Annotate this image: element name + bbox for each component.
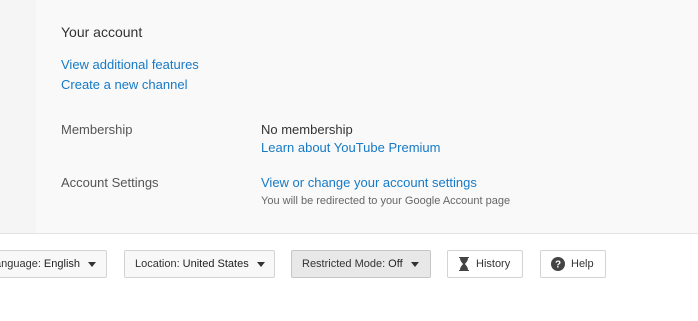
language-button[interactable]: anguage: English (0, 250, 107, 278)
chevron-down-icon (410, 261, 419, 267)
location-button[interactable]: Location: United States (124, 250, 275, 278)
section-title: Your account (61, 24, 143, 40)
membership-value: No membership (261, 122, 353, 137)
location-prefix: Location: (135, 258, 180, 270)
restricted-mode-value: Off (388, 258, 403, 270)
account-settings-label: Account Settings (61, 175, 159, 190)
history-button[interactable]: History (447, 250, 523, 278)
view-additional-features-link[interactable]: View additional features (61, 57, 199, 72)
left-gutter (0, 0, 36, 233)
account-settings-link[interactable]: View or change your account settings (261, 175, 477, 190)
help-label: Help (571, 258, 594, 270)
language-value: English (43, 258, 80, 270)
language-prefix: anguage: (0, 258, 41, 270)
youtube-premium-link[interactable]: Learn about YouTube Premium (261, 140, 440, 155)
help-button[interactable]: ? Help (540, 250, 606, 278)
chevron-down-icon (256, 261, 265, 267)
history-label: History (476, 258, 511, 270)
membership-label: Membership (61, 122, 133, 137)
help-icon: ? (551, 257, 565, 271)
svg-text:?: ? (555, 260, 561, 271)
redirect-note: You will be redirected to your Google Ac… (261, 195, 511, 207)
create-channel-link[interactable]: Create a new channel (61, 77, 187, 92)
hourglass-icon (458, 257, 470, 271)
location-value: United States (182, 258, 249, 270)
restricted-mode-button[interactable]: Restricted Mode: Off (291, 250, 431, 278)
chevron-down-icon (88, 261, 96, 267)
restricted-mode-prefix: Restricted Mode: (302, 258, 386, 270)
